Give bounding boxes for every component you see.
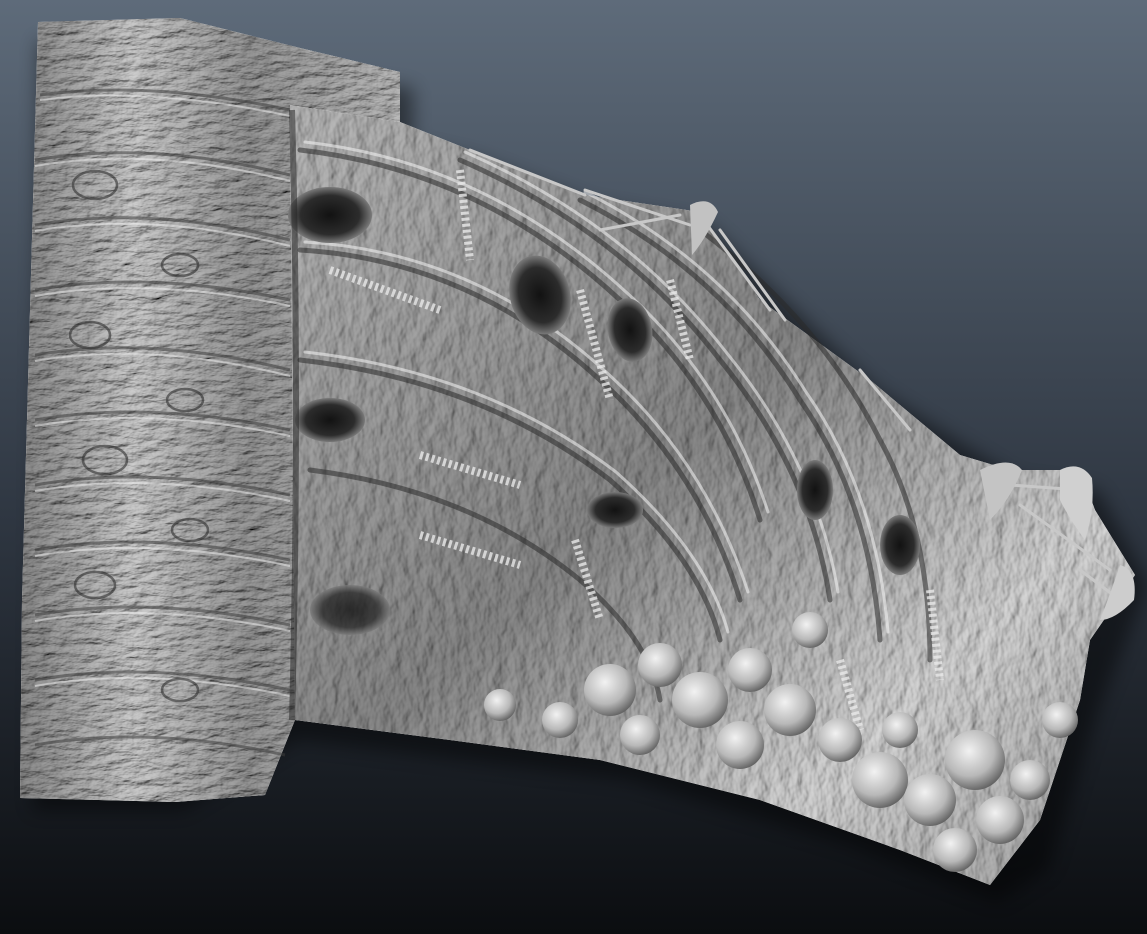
- render-canvas: [0, 0, 1147, 934]
- render-viewport: [0, 0, 1147, 934]
